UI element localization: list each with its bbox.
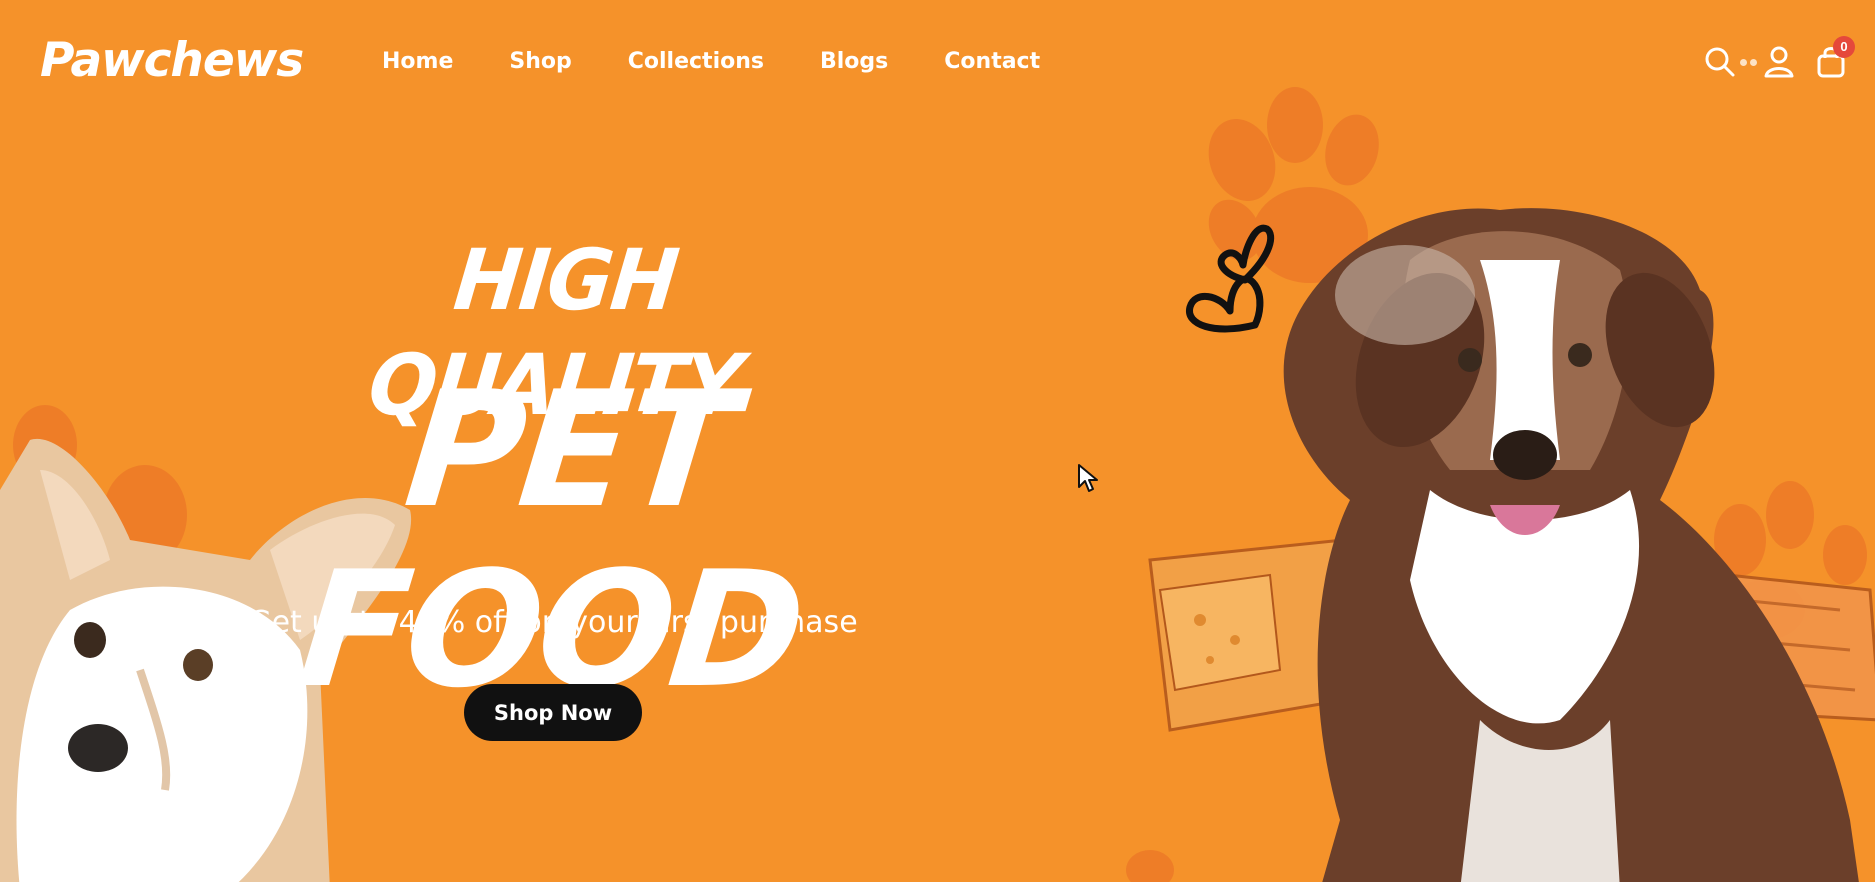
brand-logo[interactable]: Pawchews (40, 34, 304, 88)
nav-blogs[interactable]: Blogs (820, 48, 888, 76)
header-icons: 0 (1702, 36, 1855, 80)
hero-title: PET FOOD (291, 356, 810, 723)
site-header: Pawchews Home Shop Collections Blogs Con… (0, 0, 1875, 124)
user-icon[interactable] (1761, 44, 1797, 80)
nav-contact[interactable]: Contact (944, 48, 1040, 76)
puppy-dog-image (1283, 208, 1859, 882)
loading-dots-icon (1740, 58, 1757, 66)
shopping-bag-icon[interactable]: 0 (1813, 36, 1855, 80)
page: Pawchews Home Shop Collections Blogs Con… (0, 0, 1875, 882)
nav-shop[interactable]: Shop (509, 48, 571, 76)
cart-count-badge: 0 (1833, 36, 1855, 58)
main-nav: Home Shop Collections Blogs Contact (382, 48, 1096, 76)
shop-now-button[interactable]: Shop Now (464, 684, 642, 741)
nav-home[interactable]: Home (382, 48, 453, 76)
nav-collections[interactable]: Collections (628, 48, 764, 76)
mouse-cursor-icon (1078, 464, 1098, 492)
search-icon[interactable] (1702, 44, 1738, 80)
hero-offer-text: Get up to 40% off on your First purchase (248, 605, 858, 640)
